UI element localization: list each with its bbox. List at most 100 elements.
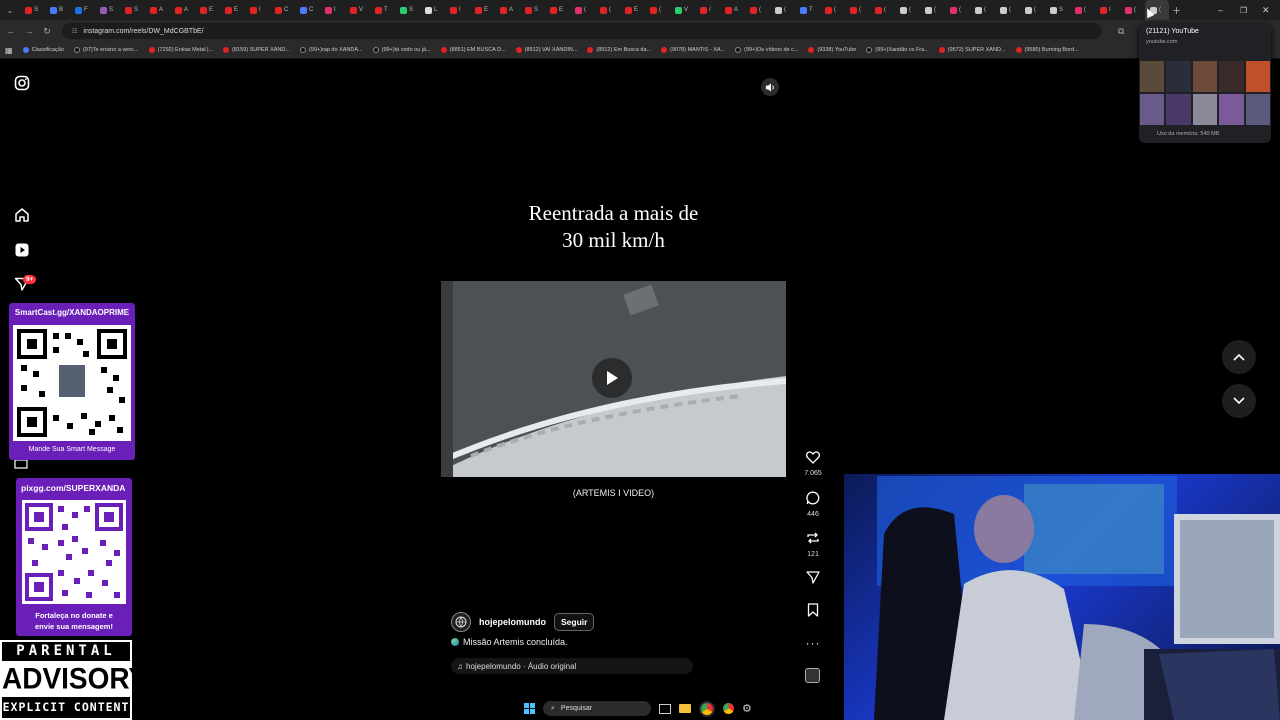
- tab-search-button[interactable]: ⌄: [0, 6, 20, 15]
- bookmark-item[interactable]: (8851) EM BUSCA D...: [436, 47, 511, 53]
- browser-tab[interactable]: I: [1095, 0, 1120, 20]
- audio-avatar-icon[interactable]: [805, 668, 820, 683]
- file-explorer-icon[interactable]: [679, 704, 691, 713]
- more-options-icon[interactable]: ···: [800, 636, 826, 650]
- bookmark-icon[interactable]: [807, 603, 819, 617]
- browser-tab[interactable]: (: [845, 0, 870, 20]
- bookmark-item[interactable]: (99+)tá cedo ou já...: [368, 47, 436, 53]
- next-reel-button[interactable]: [1222, 384, 1256, 418]
- share-action[interactable]: [800, 571, 826, 589]
- browser-tab[interactable]: (: [895, 0, 920, 20]
- author-username[interactable]: hojepelomundo: [479, 617, 546, 627]
- video-frame[interactable]: [441, 281, 786, 477]
- forward-icon[interactable]: →: [22, 26, 36, 36]
- browser-tab[interactable]: (: [820, 0, 845, 20]
- bookmark-item[interactable]: (99+)rap do XANDÃ...: [295, 47, 368, 53]
- browser-tab[interactable]: (: [1120, 0, 1145, 20]
- browser-tab[interactable]: (: [745, 0, 770, 20]
- reload-icon[interactable]: ↻: [40, 26, 54, 37]
- browser-tab[interactable]: A: [170, 0, 195, 20]
- bookmark-item[interactable]: (9078) MANTIS - XA...: [656, 47, 730, 53]
- follow-button[interactable]: Seguir: [554, 613, 595, 631]
- browser-tab[interactable]: (: [945, 0, 970, 20]
- back-icon[interactable]: ←: [4, 26, 18, 36]
- browser-tab[interactable]: E: [195, 0, 220, 20]
- browser-tab[interactable]: (: [1070, 0, 1095, 20]
- browser-tab[interactable]: T: [370, 0, 395, 20]
- browser-tab[interactable]: (: [970, 0, 995, 20]
- browser-tab[interactable]: C: [270, 0, 295, 20]
- site-info-icon[interactable]: ☷: [72, 28, 77, 35]
- comment-action[interactable]: 446: [800, 491, 826, 518]
- browser-tab[interactable]: C: [295, 0, 320, 20]
- browser-tab[interactable]: (: [595, 0, 620, 20]
- browser-tab[interactable]: (: [1020, 0, 1045, 20]
- bookmark-item[interactable]: (7292) Enéas Metal |...: [144, 47, 219, 53]
- windows-start-icon[interactable]: [524, 703, 535, 714]
- repost-action[interactable]: 121: [800, 531, 826, 558]
- maximize-button[interactable]: ❐: [1240, 0, 1247, 20]
- like-action[interactable]: 7.065: [800, 451, 826, 477]
- browser-tab[interactable]: (: [570, 0, 595, 20]
- author-avatar[interactable]: [451, 612, 471, 632]
- browser-tab[interactable]: (: [995, 0, 1020, 20]
- browser-tab[interactable]: I: [245, 0, 270, 20]
- chrome-icon[interactable]: [699, 700, 715, 717]
- browser-tab[interactable]: A: [720, 0, 745, 20]
- repost-icon[interactable]: [806, 531, 820, 545]
- browser-tab[interactable]: /: [695, 0, 720, 20]
- close-window-button[interactable]: ✕: [1262, 0, 1270, 20]
- reel-video[interactable]: Reentrada a mais de 30 mil km/h (ARTEMIS…: [441, 70, 786, 686]
- browser-tab[interactable]: A: [145, 0, 170, 20]
- previous-reel-button[interactable]: [1222, 340, 1256, 374]
- bookmark-item[interactable]: (9580) Burning Bord...: [1011, 47, 1084, 53]
- browser-tab[interactable]: A: [495, 0, 520, 20]
- browser-tab[interactable]: S: [20, 0, 45, 20]
- audio-attribution[interactable]: ♫ hojepelomundo · Áudio original: [451, 658, 693, 674]
- browser-tab[interactable]: V: [345, 0, 370, 20]
- browser-tab[interactable]: S: [95, 0, 120, 20]
- mute-button[interactable]: [761, 78, 779, 96]
- bookmark-item[interactable]: (97)Te ensino a venc...: [69, 47, 144, 53]
- save-action[interactable]: [800, 603, 826, 622]
- browser-tab[interactable]: I: [445, 0, 470, 20]
- apps-icon[interactable]: ▦: [0, 46, 18, 55]
- minimize-button[interactable]: –: [1218, 0, 1223, 20]
- bookmark-item[interactable]: (9572) SUPER XAND...: [934, 47, 1011, 53]
- url-input[interactable]: ☷ instagram.com/reels/DW_MdCGBTbE/: [62, 23, 1102, 39]
- settings-gear-icon[interactable]: ⚙: [742, 702, 752, 715]
- browser-tab[interactable]: E: [220, 0, 245, 20]
- play-button[interactable]: [592, 358, 632, 398]
- bookmark-item[interactable]: (8912) VAI XANDIN...: [511, 47, 583, 53]
- browser-tab[interactable]: (: [870, 0, 895, 20]
- task-view-icon[interactable]: [659, 703, 671, 714]
- browser-tab[interactable]: E: [545, 0, 570, 20]
- reels-icon[interactable]: [14, 242, 30, 258]
- browser-tab[interactable]: B: [45, 0, 70, 20]
- bookmark-item[interactable]: (9338) YouTube: [803, 47, 861, 53]
- browser-tab[interactable]: I: [320, 0, 345, 20]
- browser-tab[interactable]: V: [670, 0, 695, 20]
- bookmark-item[interactable]: (8159) SUPER XAND...: [218, 47, 295, 53]
- comment-icon[interactable]: [806, 491, 820, 505]
- browser-tab[interactable]: S: [120, 0, 145, 20]
- home-icon[interactable]: [14, 207, 30, 223]
- instagram-logo-icon[interactable]: [14, 75, 30, 91]
- new-tab-button[interactable]: ＋: [1172, 0, 1181, 20]
- browser-tab[interactable]: E: [620, 0, 645, 20]
- bookmark-item[interactable]: (8912) Em Busca da...: [582, 47, 656, 53]
- heart-icon[interactable]: [805, 451, 821, 464]
- browser-tab[interactable]: E: [470, 0, 495, 20]
- browser-tab[interactable]: (: [920, 0, 945, 20]
- bookmark-item[interactable]: Classificação: [18, 47, 69, 53]
- browser-tab[interactable]: L: [420, 0, 445, 20]
- browser-tab[interactable]: S: [520, 0, 545, 20]
- audio-thumbnail[interactable]: [800, 668, 826, 683]
- browser-tab[interactable]: F: [70, 0, 95, 20]
- browser-tab[interactable]: S: [1045, 0, 1070, 20]
- chrome-alt-icon[interactable]: [723, 703, 734, 714]
- browser-tab[interactable]: (: [645, 0, 670, 20]
- bookmark-item[interactable]: (99+)Os vídeos de c...: [730, 47, 803, 53]
- browser-tab[interactable]: S: [395, 0, 420, 20]
- share-icon[interactable]: [806, 571, 820, 584]
